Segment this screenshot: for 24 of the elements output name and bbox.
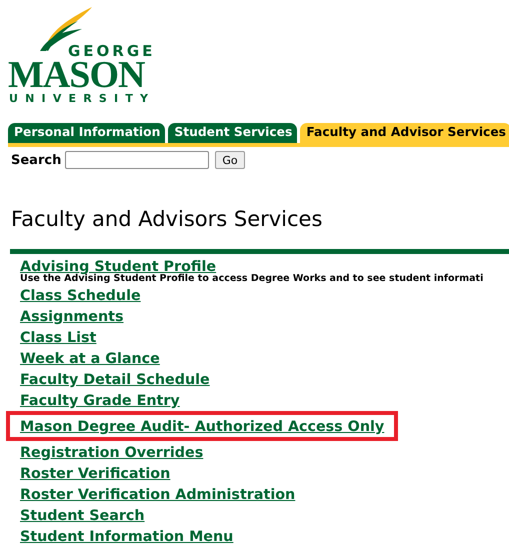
- menu-link[interactable]: Faculty Grade Entry: [20, 393, 180, 409]
- menu-link[interactable]: Faculty Detail Schedule: [20, 372, 210, 388]
- menu-link[interactable]: Assignments: [20, 309, 124, 325]
- menu-link[interactable]: Advising Student Profile: [20, 259, 216, 275]
- go-button[interactable]: Go: [215, 151, 245, 169]
- page-heading: Faculty and Advisors Services: [11, 207, 324, 231]
- menu-link[interactable]: Mason Degree Audit- Authorized Access Only: [20, 419, 384, 435]
- menu-link[interactable]: Registration Overrides: [20, 445, 204, 461]
- logo-text: UNIVERSITY: [9, 93, 156, 105]
- menu-link[interactable]: Roster Verification: [20, 466, 170, 482]
- nav-tab[interactable]: Faculty and Advisor Services: [300, 123, 509, 143]
- nav-tab[interactable]: Personal Information: [8, 123, 166, 143]
- menu-link[interactable]: Class List: [20, 330, 96, 346]
- menu-link[interactable]: Roster Verification Administration: [20, 487, 296, 503]
- search-field[interactable]: [65, 151, 210, 169]
- logo-text: MASON: [8, 61, 144, 89]
- link-description: Use the Advising Student Profile to access Degree Works and to see student informati: [20, 273, 484, 284]
- menu-link[interactable]: Class Schedule: [20, 288, 141, 304]
- menu-link[interactable]: Week at a Glance: [20, 351, 160, 367]
- logo-text: GEORGE: [68, 43, 156, 59]
- menu-link[interactable]: Student Information Menu: [20, 529, 234, 545]
- nav-tab[interactable]: Student Services: [168, 123, 298, 143]
- search-label: Search: [11, 152, 62, 168]
- menu-link[interactable]: Student Search: [20, 508, 145, 524]
